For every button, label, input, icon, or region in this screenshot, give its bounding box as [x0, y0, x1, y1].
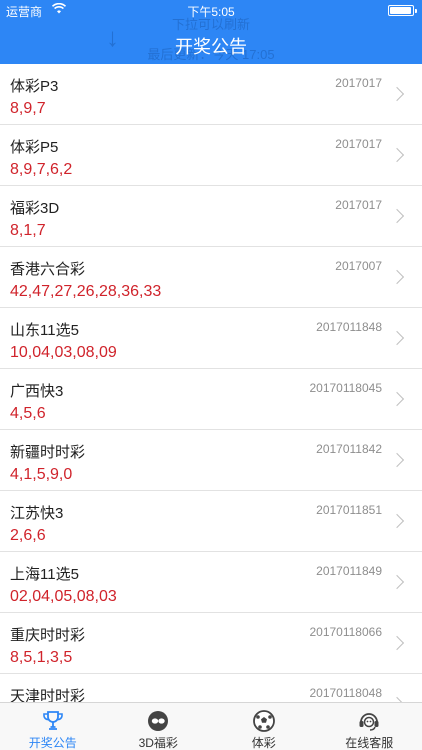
issue-number: 2017011842	[316, 442, 382, 456]
headset-icon	[359, 713, 379, 731]
tab-online-service[interactable]: 在线客服	[317, 703, 422, 750]
issue-number: 2017011851	[316, 503, 382, 517]
3d-ball-icon	[148, 711, 169, 731]
issue-number: 20170118045	[309, 381, 382, 395]
chevron-right-icon	[389, 208, 405, 224]
chevron-right-icon	[389, 86, 405, 102]
issue-number: 2017017	[335, 198, 382, 212]
chevron-right-icon	[389, 452, 405, 468]
issue-number: 2017011848	[316, 320, 382, 334]
lottery-name: 山东11选5	[10, 322, 79, 339]
lottery-name: 香港六合彩	[10, 261, 86, 278]
lottery-name: 重庆时时彩	[10, 627, 86, 644]
lottery-row[interactable]: 山东11选5 2017011848 10,04,03,08,09	[0, 308, 422, 369]
lottery-row[interactable]: 体彩P3 2017017 8,9,7	[0, 64, 422, 125]
winning-numbers: 42,47,27,26,28,36,33	[10, 283, 162, 300]
issue-number: 2017017	[335, 76, 382, 90]
lottery-row[interactable]: 新疆时时彩 2017011842 4,1,5,9,0	[0, 430, 422, 491]
lottery-row[interactable]: 广西快3 20170118045 4,5,6	[0, 369, 422, 430]
tab-sports-lottery[interactable]: 体彩	[211, 703, 317, 750]
lottery-row[interactable]: 上海11选5 2017011849 02,04,05,08,03	[0, 552, 422, 613]
tab-label: 3D福彩	[138, 736, 178, 750]
pull-to-refresh-hint: 下拉可以刷新	[171, 17, 250, 32]
app-header: 运营商 下午5:05 下拉可以刷新 ↓ 最后更新：今天 17:05 开奖公告	[0, 0, 422, 64]
issue-number: 2017011849	[316, 564, 382, 578]
lottery-name: 体彩P5	[10, 139, 59, 156]
lottery-row[interactable]: 重庆时时彩 20170118066 8,5,1,3,5	[0, 613, 422, 674]
chevron-right-icon	[389, 391, 405, 407]
lottery-name: 天津时时彩	[10, 688, 86, 702]
winning-numbers: 8,5,1,3,5	[10, 649, 73, 666]
lottery-name: 上海11选5	[10, 566, 79, 583]
issue-number: 20170118066	[309, 625, 382, 639]
winning-numbers: 8,9,7	[10, 100, 46, 117]
battery-icon	[388, 5, 417, 16]
tab-3d-welfare[interactable]: 3D福彩	[106, 703, 212, 750]
winning-numbers: 02,04,05,08,03	[10, 588, 117, 605]
lottery-row[interactable]: 体彩P5 2017017 8,9,7,6,2	[0, 125, 422, 186]
soccer-ball-icon	[252, 710, 275, 732]
tab-label: 在线客服	[345, 736, 394, 750]
winning-numbers: 2,6,6	[10, 527, 46, 544]
winning-numbers: 10,04,03,08,09	[10, 344, 117, 361]
trophy-icon	[42, 711, 63, 730]
chevron-right-icon	[389, 635, 405, 651]
lottery-name: 新疆时时彩	[10, 444, 86, 461]
lottery-name: 福彩3D	[10, 200, 60, 217]
lottery-name: 体彩P3	[10, 78, 59, 95]
chevron-right-icon	[389, 513, 405, 529]
tab-bar: 开奖公告 3D福彩 体彩 在线客服	[0, 702, 422, 750]
winning-numbers: 8,1,7	[10, 222, 46, 239]
chevron-right-icon	[389, 147, 405, 163]
chevron-right-icon	[389, 330, 405, 346]
winning-numbers: 4,1,5,9,0	[10, 466, 73, 483]
lottery-row[interactable]: 福彩3D 2017017 8,1,7	[0, 186, 422, 247]
tab-label: 体彩	[251, 736, 276, 750]
issue-number: 2017017	[335, 137, 382, 151]
lottery-result-list[interactable]: 体彩P3 2017017 8,9,7 体彩P5 2017017 8,9,7,6,…	[0, 64, 422, 702]
chevron-right-icon	[389, 574, 405, 590]
issue-number: 20170118048	[309, 686, 382, 700]
winning-numbers: 8,9,7,6,2	[10, 161, 73, 178]
tab-label: 开奖公告	[28, 736, 77, 750]
lottery-row[interactable]: 天津时时彩 20170118048	[0, 674, 422, 702]
lottery-name: 江苏快3	[10, 505, 64, 522]
winning-numbers: 4,5,6	[10, 405, 46, 422]
lottery-row[interactable]: 江苏快3 2017011851 2,6,6	[0, 491, 422, 552]
chevron-right-icon	[389, 269, 405, 285]
lottery-name: 广西快3	[10, 383, 64, 400]
issue-number: 2017007	[335, 259, 382, 273]
lottery-row[interactable]: 香港六合彩 2017007 42,47,27,26,28,36,33	[0, 247, 422, 308]
page-title: 开奖公告	[175, 37, 247, 57]
tab-draw-results[interactable]: 开奖公告	[0, 703, 106, 750]
